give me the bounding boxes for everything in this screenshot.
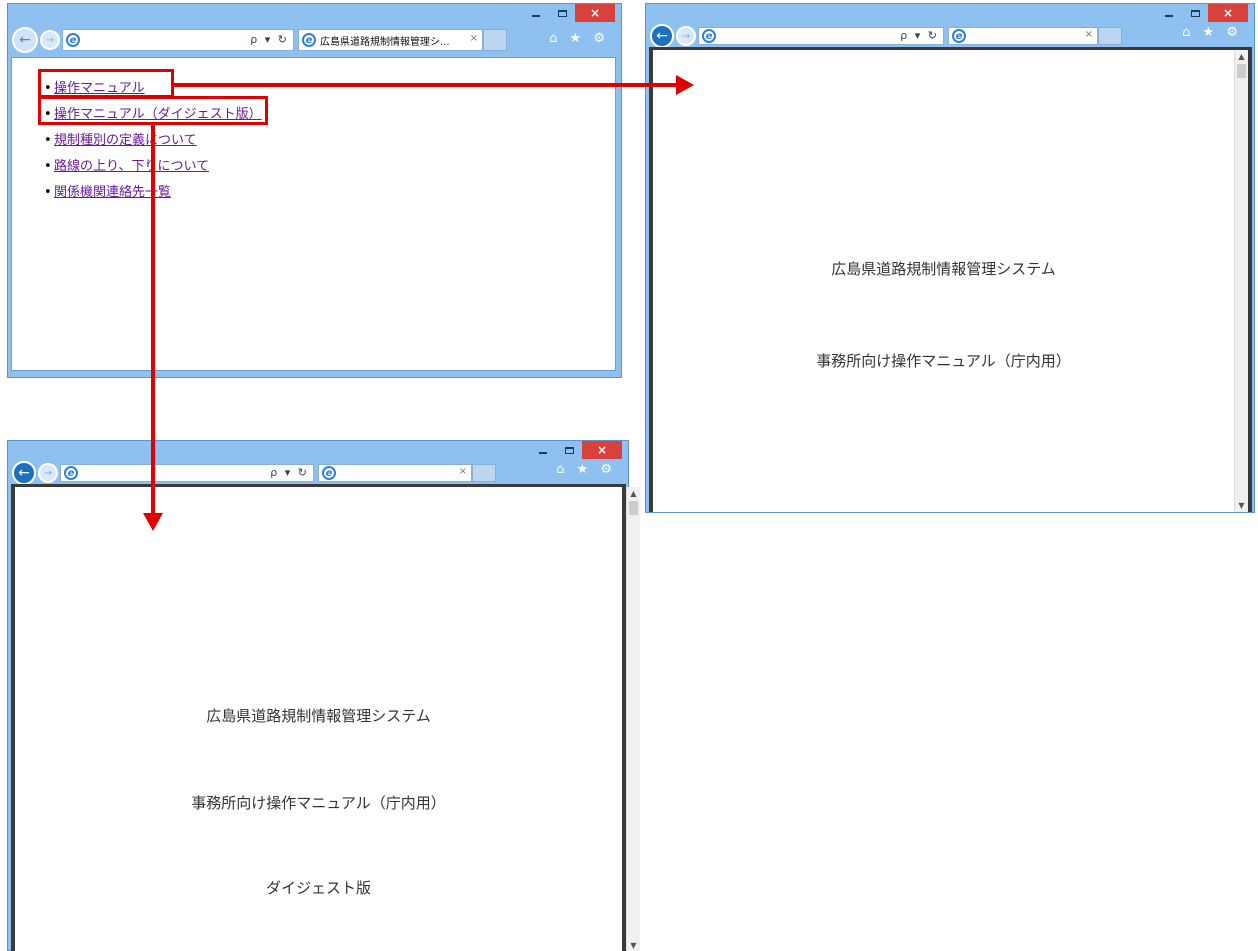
arrow-line-to-digest <box>151 125 155 515</box>
scroll-down-icon[interactable]: ▼ <box>1235 501 1248 510</box>
doc-subtitle: 事務所向け操作マニュアル（庁内用） <box>816 352 1071 370</box>
search-refresh-icons[interactable]: ρ ▾ ↻ <box>250 33 289 46</box>
address-bar[interactable]: e ρ ▾ ↻ <box>62 29 294 51</box>
ie-logo-icon: e <box>66 33 80 47</box>
forward-arrow-icon: → <box>43 467 53 479</box>
home-favorites-settings-icons[interactable]: ⌂ ★ ⚙ <box>556 462 616 477</box>
back-button[interactable]: ← <box>12 461 36 485</box>
tab-close-icon[interactable]: × <box>1085 29 1093 40</box>
ie-logo-icon: e <box>322 466 336 480</box>
minimize-button[interactable] <box>530 441 556 459</box>
minimize-icon <box>532 14 540 17</box>
navigation-bar: ← → e ρ ▾ ↻ e 広島県道路規制情報管理シ... × ⌂ ★ ⚙ <box>12 26 617 54</box>
ie-logo-icon: e <box>302 33 316 47</box>
maximize-button[interactable] <box>556 441 582 459</box>
back-arrow-icon: ← <box>18 465 30 481</box>
highlight-box-digest <box>38 96 268 125</box>
scroll-up-icon[interactable]: ▲ <box>627 489 640 498</box>
scroll-down-icon[interactable]: ▼ <box>627 941 640 950</box>
browser-window-manual: × ← → e ρ ▾ ↻ e × ⌂ ★ ⚙ ▲ ▼ 広島県道路規制情報管理シ… <box>645 3 1255 513</box>
home-favorites-settings-icons[interactable]: ⌂ ★ ⚙ <box>1182 25 1242 40</box>
new-tab-button[interactable] <box>483 29 507 51</box>
link-regulation-types[interactable]: 規制種別の定義について <box>54 133 197 148</box>
scroll-up-icon[interactable]: ▲ <box>1235 52 1248 61</box>
browser-window-main: × ← → e ρ ▾ ↻ e 広島県道路規制情報管理シ... × ⌂ ★ ⚙ … <box>7 3 622 378</box>
pdf-viewer: ▲ ▼ 広島県道路規制情報管理システム 事務所向け操作マニュアル（庁内用） <box>649 47 1252 512</box>
tab-title: 広島県道路規制情報管理シ... <box>320 36 450 48</box>
vertical-scrollbar[interactable]: ▲ ▼ <box>626 487 640 951</box>
vertical-scrollbar[interactable]: ▲ ▼ <box>1234 50 1248 512</box>
close-button[interactable]: × <box>1208 4 1248 22</box>
forward-button[interactable]: → <box>38 463 58 483</box>
navigation-bar: ← → e ρ ▾ ↻ e × ⌂ ★ ⚙ <box>12 459 624 487</box>
close-button[interactable]: × <box>575 4 615 22</box>
arrow-head-down-icon <box>143 513 163 531</box>
forward-button[interactable]: → <box>40 30 60 50</box>
doc-title: 広島県道路規制情報管理システム <box>831 260 1056 278</box>
link-route-direction[interactable]: 路線の上り、下りについて <box>54 159 209 174</box>
new-tab-button[interactable] <box>472 464 496 482</box>
arrow-line-to-manual <box>174 83 678 87</box>
tab-active[interactable]: e × <box>948 27 1098 45</box>
doc-subtitle: 事務所向け操作マニュアル（庁内用） <box>191 794 446 812</box>
browser-window-digest: × ← → e ρ ▾ ↻ e × ⌂ ★ ⚙ ▲ ▼ 広島県道路規制情報管理シ… <box>7 440 640 951</box>
maximize-icon <box>1190 9 1200 17</box>
close-button[interactable]: × <box>582 441 622 459</box>
address-bar[interactable]: e ρ ▾ ↻ <box>60 464 314 482</box>
back-button[interactable]: ← <box>650 24 674 48</box>
doc-edition-label: ダイジェスト版 <box>265 879 371 897</box>
title-bar: × <box>8 4 621 24</box>
back-button[interactable]: ← <box>12 27 38 53</box>
scroll-thumb[interactable] <box>1237 64 1246 78</box>
back-arrow-icon: ← <box>656 28 668 44</box>
tab-close-icon[interactable]: × <box>470 33 478 44</box>
highlight-box-manual <box>38 69 174 98</box>
title-bar: × <box>646 4 1254 24</box>
minimize-icon <box>1165 14 1173 17</box>
minimize-icon <box>539 451 547 454</box>
navigation-bar: ← → e ρ ▾ ↻ e × ⌂ ★ ⚙ <box>650 22 1250 50</box>
tab-active[interactable]: e × <box>318 464 472 482</box>
back-arrow-icon: ← <box>19 32 31 48</box>
forward-button[interactable]: → <box>676 26 696 46</box>
forward-arrow-icon: → <box>45 34 55 46</box>
maximize-button[interactable] <box>549 4 575 22</box>
pdf-viewer: ▲ ▼ 広島県道路規制情報管理システム 事務所向け操作マニュアル（庁内用） ダイ… <box>11 484 640 951</box>
minimize-button[interactable] <box>523 4 549 22</box>
scroll-thumb[interactable] <box>629 501 638 515</box>
maximize-button[interactable] <box>1182 4 1208 22</box>
tab-active[interactable]: e 広島県道路規制情報管理シ... × <box>298 29 483 51</box>
ie-logo-icon: e <box>952 29 966 43</box>
new-tab-button[interactable] <box>1098 27 1122 45</box>
maximize-icon <box>557 9 567 17</box>
doc-title: 広島県道路規制情報管理システム <box>206 707 431 725</box>
minimize-button[interactable] <box>1156 4 1182 22</box>
address-bar[interactable]: e ρ ▾ ↻ <box>698 27 944 45</box>
search-refresh-icons[interactable]: ρ ▾ ↻ <box>900 29 939 42</box>
search-refresh-icons[interactable]: ρ ▾ ↻ <box>270 466 309 479</box>
title-bar: × <box>8 441 628 461</box>
forward-arrow-icon: → <box>681 30 691 42</box>
ie-logo-icon: e <box>702 29 716 43</box>
ie-logo-icon: e <box>64 466 78 480</box>
home-favorites-settings-icons[interactable]: ⌂ ★ ⚙ <box>549 31 609 46</box>
tab-close-icon[interactable]: × <box>459 466 467 477</box>
arrow-head-right-icon <box>676 75 694 95</box>
maximize-icon <box>564 446 574 454</box>
